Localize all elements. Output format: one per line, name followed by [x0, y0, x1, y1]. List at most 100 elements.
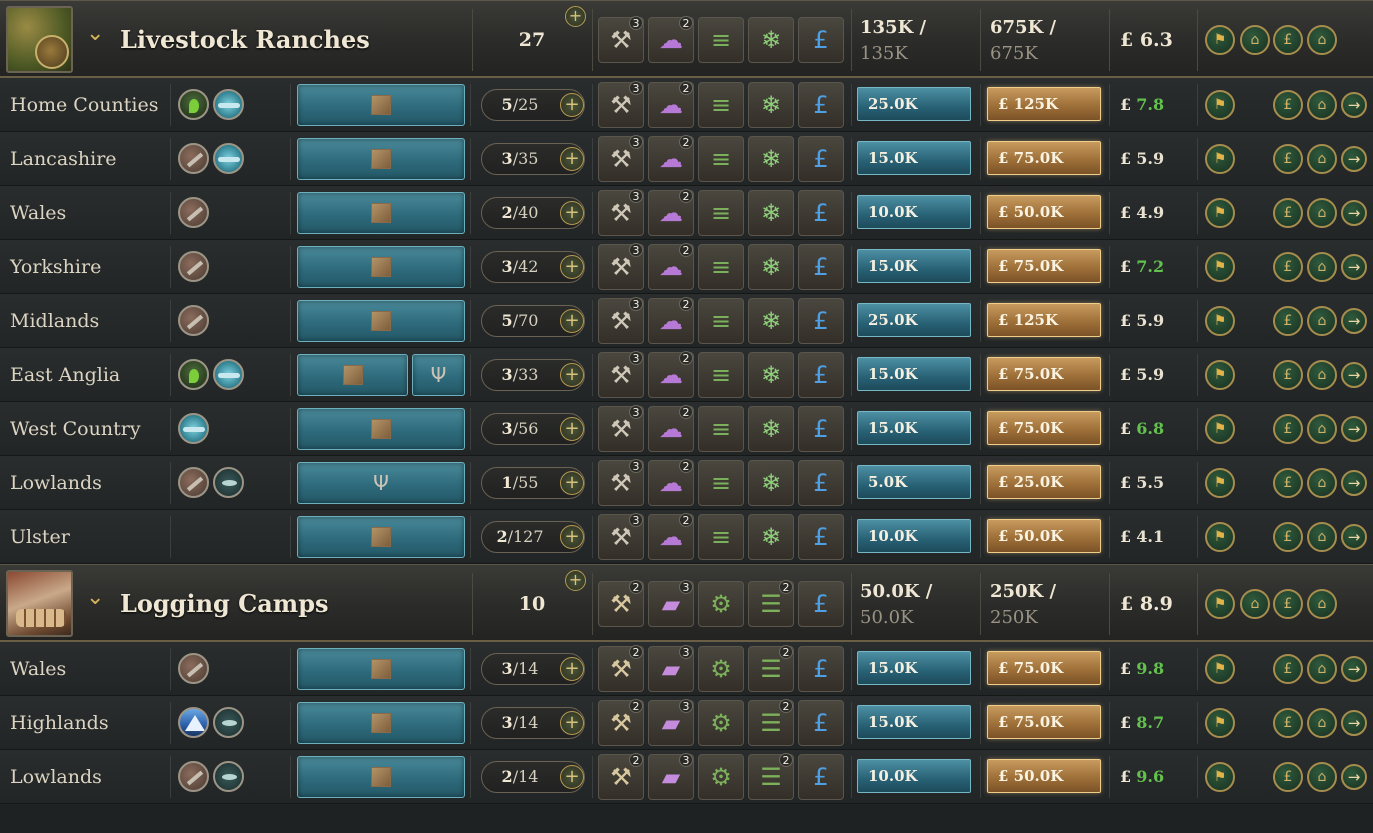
subsidize-button[interactable]: £	[1273, 762, 1303, 792]
expand-button[interactable]: ⌂	[1307, 25, 1337, 55]
sheep-method-button[interactable]: ☁ 2	[648, 297, 694, 344]
flag-button[interactable]: ⚑	[1205, 414, 1235, 444]
flag-button[interactable]: ⚑	[1205, 360, 1235, 390]
sheep-method-button[interactable]: ☁ 2	[648, 459, 694, 506]
flag-button[interactable]: ⚑	[1205, 25, 1235, 55]
subsidize-button[interactable]: £	[1273, 360, 1303, 390]
fence-method-button[interactable]: ≡	[698, 298, 744, 344]
go-to-state-button[interactable]: →	[1341, 656, 1367, 682]
expand-button[interactable]: ⌂	[1307, 762, 1337, 792]
add-level-button[interactable]: +	[560, 471, 584, 495]
flag-button[interactable]: ⚑	[1205, 306, 1235, 336]
flag-button[interactable]: ⚑	[1205, 708, 1235, 738]
snowflake-method-button[interactable]: ❄	[748, 136, 794, 182]
flag-button[interactable]: ⚑	[1205, 589, 1235, 619]
snowflake-method-button[interactable]: ❄	[748, 298, 794, 344]
subsidize-button[interactable]: £	[1273, 414, 1303, 444]
planks-method-button[interactable]: ▰ 3	[648, 753, 694, 800]
go-to-state-button[interactable]: →	[1341, 710, 1367, 736]
ownership-slot[interactable]	[297, 192, 465, 234]
sheep-method-button[interactable]: ☁ 2	[648, 513, 694, 560]
state-name[interactable]: Lancashire	[10, 132, 117, 186]
pickaxe-method-button[interactable]: ⚒ 3	[598, 297, 644, 344]
expand-button[interactable]: ⌂	[1307, 522, 1337, 552]
snowflake-method-button[interactable]: ❄	[748, 514, 794, 560]
expand-button[interactable]: ⌂	[1307, 589, 1337, 619]
state-name[interactable]: Wales	[10, 186, 66, 240]
subsidize-button[interactable]: £	[1273, 25, 1303, 55]
fence-method-button[interactable]: ≡	[698, 406, 744, 452]
state-name[interactable]: Ulster	[10, 510, 70, 564]
add-level-button[interactable]: +	[560, 765, 584, 789]
go-to-state-button[interactable]: →	[1341, 200, 1367, 226]
add-level-button[interactable]: +	[560, 657, 584, 681]
state-name[interactable]: Midlands	[10, 294, 99, 348]
planks-method-button[interactable]: ▰ 3	[648, 645, 694, 692]
fence-method-button[interactable]: ≡	[698, 136, 744, 182]
expand-button[interactable]: ⌂	[1307, 252, 1337, 282]
state-name[interactable]: Yorkshire	[10, 240, 101, 294]
add-level-button[interactable]: +	[560, 147, 584, 171]
expand-button[interactable]: ⌂	[1307, 306, 1337, 336]
pickaxe-method-button[interactable]: ⚒ 3	[598, 243, 644, 290]
ladder-method-button[interactable]: ☰ 2	[748, 753, 794, 800]
pound-hand-method-button[interactable]: £	[798, 244, 844, 290]
go-to-state-button[interactable]: →	[1341, 764, 1367, 790]
ownership-slot[interactable]	[297, 702, 465, 744]
ownership-slot[interactable]: Ψ	[412, 354, 465, 396]
flag-button[interactable]: ⚑	[1205, 198, 1235, 228]
snowflake-method-button[interactable]: ❄	[748, 406, 794, 452]
expand-button[interactable]: ⌂	[1307, 90, 1337, 120]
state-name[interactable]: Home Counties	[10, 78, 158, 132]
go-to-state-button[interactable]: →	[1341, 146, 1367, 172]
saw-method-button[interactable]: ⚒ 2	[598, 699, 644, 746]
expand-button[interactable]: ⌂	[1307, 414, 1337, 444]
subsidize-button[interactable]: £	[1273, 306, 1303, 336]
gear-method-button[interactable]: ⚙	[698, 754, 744, 800]
state-name[interactable]: Highlands	[10, 696, 109, 750]
flag-button[interactable]: ⚑	[1205, 468, 1235, 498]
ladder-method-button[interactable]: ☰ 2	[748, 580, 794, 627]
pound-hand-method-button[interactable]: £	[798, 82, 844, 128]
state-name[interactable]: Lowlands	[10, 750, 102, 804]
pickaxe-method-button[interactable]: ⚒ 3	[598, 189, 644, 236]
fence-method-button[interactable]: ≡	[698, 460, 744, 506]
planks-method-button[interactable]: ▰ 3	[648, 580, 694, 627]
pound-hand-method-button[interactable]: £	[798, 17, 844, 63]
subsidize-button[interactable]: £	[1273, 589, 1303, 619]
flag-button[interactable]: ⚑	[1205, 144, 1235, 174]
pound-hand-method-button[interactable]: £	[798, 298, 844, 344]
pickaxe-method-button[interactable]: ⚒ 3	[598, 513, 644, 560]
subsidize-button[interactable]: £	[1273, 198, 1303, 228]
add-level-button[interactable]: +	[560, 255, 584, 279]
add-level-button[interactable]: +	[560, 93, 584, 117]
gear-method-button[interactable]: ⚙	[698, 700, 744, 746]
ladder-method-button[interactable]: ☰ 2	[748, 645, 794, 692]
ownership-slot[interactable]	[297, 648, 465, 690]
state-name[interactable]: West Country	[10, 402, 141, 456]
gear-method-button[interactable]: ⚙	[698, 581, 744, 627]
ownership-slot[interactable]	[297, 408, 465, 450]
flag-button[interactable]: ⚑	[1205, 522, 1235, 552]
pound-hand-method-button[interactable]: £	[798, 700, 844, 746]
subsidize-button[interactable]: £	[1273, 468, 1303, 498]
sheep-method-button[interactable]: ☁ 2	[648, 135, 694, 182]
pickaxe-method-button[interactable]: ⚒ 3	[598, 81, 644, 128]
upgrade-button[interactable]: ⌂	[1240, 25, 1270, 55]
add-level-button[interactable]: +	[560, 417, 584, 441]
subsidize-button[interactable]: £	[1273, 654, 1303, 684]
ownership-slot[interactable]	[297, 138, 465, 180]
pickaxe-method-button[interactable]: ⚒ 3	[598, 16, 644, 63]
go-to-state-button[interactable]: →	[1341, 92, 1367, 118]
sheep-method-button[interactable]: ☁ 2	[648, 81, 694, 128]
ownership-slot[interactable]	[297, 516, 465, 558]
upgrade-button[interactable]: ⌂	[1240, 589, 1270, 619]
pound-hand-method-button[interactable]: £	[798, 352, 844, 398]
state-name[interactable]: Lowlands	[10, 456, 102, 510]
fence-method-button[interactable]: ≡	[698, 352, 744, 398]
subsidize-button[interactable]: £	[1273, 252, 1303, 282]
go-to-state-button[interactable]: →	[1341, 254, 1367, 280]
ownership-slot[interactable]	[297, 84, 465, 126]
sheep-method-button[interactable]: ☁ 2	[648, 16, 694, 63]
snowflake-method-button[interactable]: ❄	[748, 460, 794, 506]
